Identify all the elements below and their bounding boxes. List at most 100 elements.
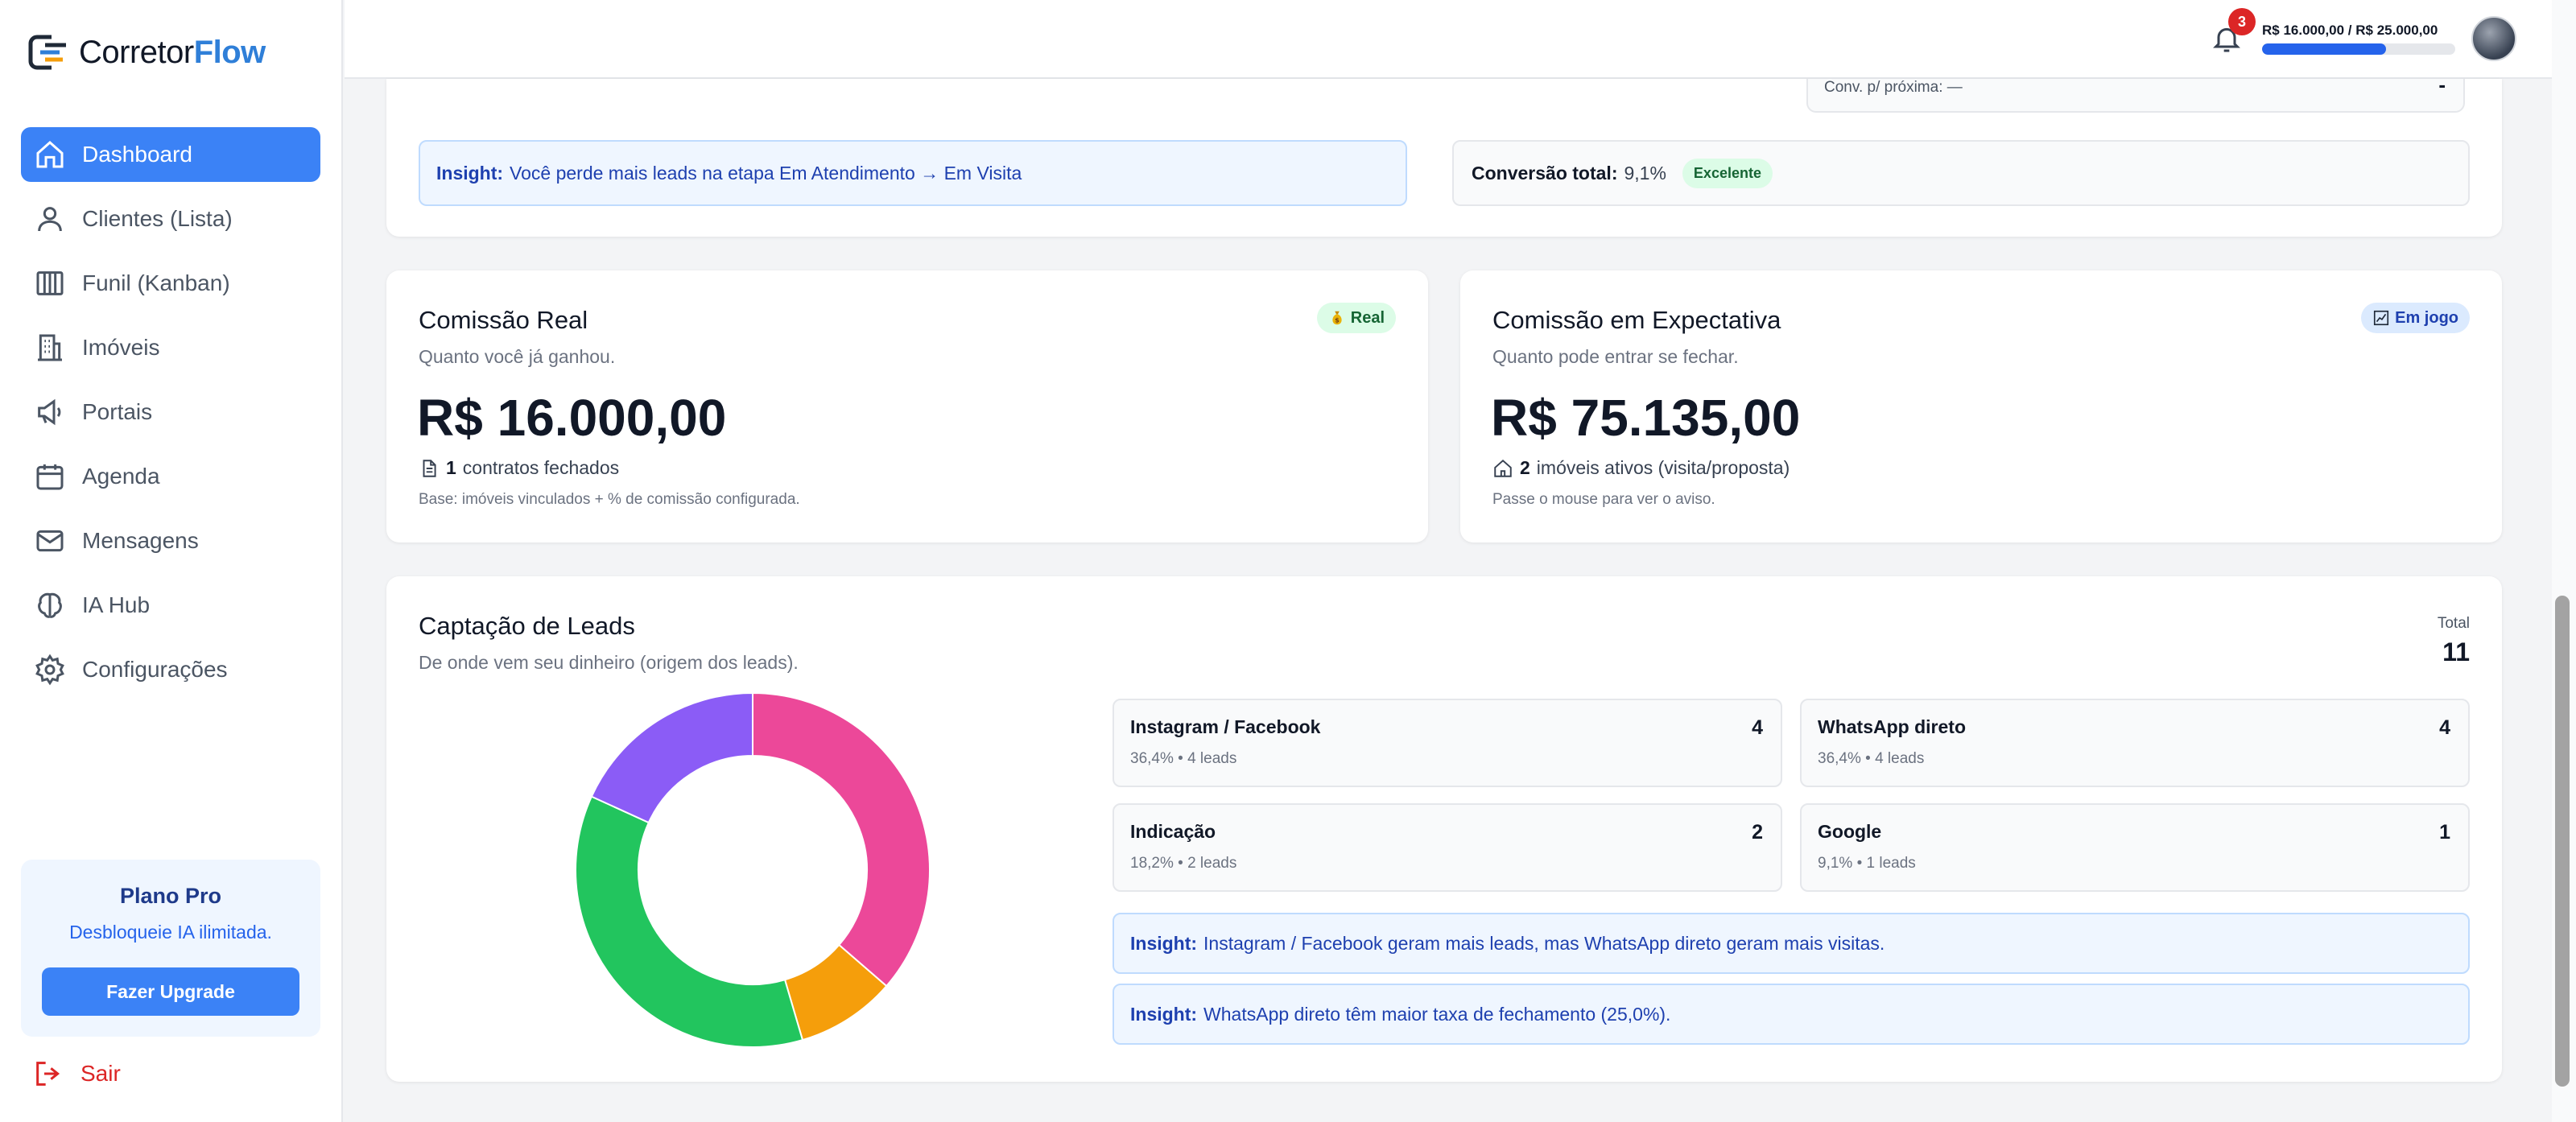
commission-real-value: R$ 16.000,00 [417,389,727,447]
sidebar-item-agenda[interactable]: Agenda [21,449,320,504]
chart-up-icon [2374,310,2389,326]
total-value: 11 [2442,637,2470,666]
leads-insight-2: Insight: WhatsApp direto têm maior taxa … [1113,984,2470,1045]
page-scrollbar[interactable] [2552,0,2576,1122]
sidebar-item-label: Funil (Kanban) [82,270,230,295]
user-icon [38,207,62,232]
donut-slice-indica-o[interactable] [590,691,753,824]
funnel-insight: Insight: Você perde mais leads na etapa … [419,140,1407,206]
sidebar-item-configuracoes[interactable]: Configurações [21,642,320,697]
building-icon [38,334,62,361]
top-header: 3 R$ 16.000,00 / R$ 25.000,00 [345,0,2552,79]
app-name: CorretorFlow [79,34,266,70]
em-jogo-badge: Em jogo [2361,303,2470,333]
source-count: 4 [2439,716,2450,739]
stage-value: - [2438,72,2446,97]
commission-real-card: Comissão Real $ Real Quanto você já ganh… [386,270,1428,542]
commission-expected-subtitle: Quanto pode entrar se fechar. [1492,346,1739,367]
sidebar-item-label: Dashboard [82,142,192,167]
megaphone-icon [38,398,61,426]
logout-icon [36,1062,60,1086]
logout-label: Sair [80,1061,121,1086]
conversion-badge: Excelente [1682,158,1773,188]
leads-card: Captação de Leads De onde vem seu dinhei… [386,576,2502,1082]
leads-donut-chart [575,691,931,1048]
commission-expected-note: Passe o mouse para ver o aviso. [1492,491,1715,508]
sidebar-item-label: Mensagens [82,528,199,553]
source-meta: 36,4% • 4 leads [1818,750,1925,767]
sidebar-item-label: Agenda [82,464,160,489]
source-meta: 36,4% • 4 leads [1130,750,1237,767]
conversion-label: Conversão total: [1472,162,1618,184]
source-count: 1 [2439,821,2450,844]
gear-icon [35,654,64,686]
source-name: Instagram / Facebook [1130,716,1321,737]
insight-label: Insight: [436,162,504,184]
goal-text: R$ 16.000,00 / R$ 25.000,00 [2262,23,2438,38]
source-name: Indicação [1130,821,1216,842]
avatar[interactable] [2471,16,2516,61]
conversion-value: 9,1% [1624,162,1666,184]
document-icon [423,459,436,477]
commission-real-count: 1 contratos fechados [419,457,619,479]
commission-real-subtitle: Quanto você já ganhou. [419,346,616,367]
plan-box: Plano Pro Desbloqueie IA ilimitada. Faze… [21,860,320,1037]
donut-slice-whatsapp-direto[interactable] [575,795,804,1048]
sidebar-item-label: Imóveis [82,335,160,360]
upgrade-button[interactable]: Fazer Upgrade [42,967,299,1016]
funnel-stage-box: Conv. p/ próxima: — - [1806,72,2465,113]
source-name: WhatsApp direto [1818,716,1966,737]
source-instagram-facebook: Instagram / Facebook 36,4% • 4 leads 4 [1113,699,1782,787]
sidebar: CorretorFlow Dashboard Clientes (Lista) … [0,0,343,1122]
house-icon [1494,459,1512,477]
sidebar-item-label: Configurações [82,657,228,682]
logo-icon [28,35,66,70]
source-meta: 9,1% • 1 leads [1818,855,1916,872]
sidebar-item-mensagens[interactable]: Mensagens [21,514,320,568]
sidebar-nav: Dashboard Clientes (Lista) Funil (Kanban… [21,127,320,707]
insight-text: Instagram / Facebook geram mais leads, m… [1203,932,1885,954]
source-name: Google [1818,821,1882,842]
funnel-card: Conv. p/ próxima: — - Insight: Você perd… [386,72,2502,237]
mail-icon [36,530,64,552]
sidebar-item-clientes[interactable]: Clientes (Lista) [21,192,320,246]
logout-button[interactable]: Sair [32,1058,121,1090]
money-bag-icon: $ [1332,311,1342,325]
sidebar-item-imoveis[interactable]: Imóveis [21,320,320,375]
kanban-icon [36,271,64,295]
notification-badge: 3 [2228,8,2256,35]
scrollbar-thumb[interactable] [2555,596,2570,1087]
donut-slice-instagram-facebook[interactable] [752,691,931,988]
total-label: Total [2437,615,2470,632]
leads-title: Captação de Leads [419,612,635,640]
source-google: Google 9,1% • 1 leads 1 [1800,803,2470,892]
insight-label: Insight: [1130,1003,1198,1025]
stage-conversion-label: Conv. p/ próxima: — [1824,79,1963,96]
calendar-icon [36,464,64,490]
svg-text:$: $ [1335,316,1340,324]
goal-progress-fill [2262,43,2386,55]
commission-expected-count: 2 imóveis ativos (visita/proposta) [1492,457,1790,479]
commission-real-title: Comissão Real [419,306,588,334]
real-badge: $ Real [1316,303,1396,333]
goal-progress-bar [2262,43,2455,55]
sidebar-item-ia-hub[interactable]: IA Hub [21,578,320,633]
commission-expected-card[interactable]: Comissão em Expectativa Em jogo Quanto p… [1460,270,2502,542]
insight-label: Insight: [1130,932,1198,954]
insight-text: WhatsApp direto têm maior taxa de fecham… [1203,1003,1671,1025]
source-meta: 18,2% • 2 leads [1130,855,1237,872]
source-count: 2 [1752,821,1763,844]
source-whatsapp: WhatsApp direto 36,4% • 4 leads 4 [1800,699,2470,787]
commission-expected-value: R$ 75.135,00 [1491,389,1801,447]
commission-expected-title: Comissão em Expectativa [1492,306,1781,334]
source-count: 4 [1752,716,1763,739]
sidebar-item-funil[interactable]: Funil (Kanban) [21,256,320,311]
sidebar-item-dashboard[interactable]: Dashboard [21,127,320,182]
sidebar-item-label: Portais [82,399,153,424]
sidebar-item-portais[interactable]: Portais [21,385,320,439]
insight-text: Você perde mais leads na etapa Em Atendi… [510,162,1022,184]
leads-subtitle: De onde vem seu dinheiro (origem dos lea… [419,652,799,673]
leads-insight-1: Insight: Instagram / Facebook geram mais… [1113,913,2470,974]
commission-real-note: Base: imóveis vinculados + % de comissão… [419,491,800,508]
app-logo[interactable]: CorretorFlow [27,31,266,74]
